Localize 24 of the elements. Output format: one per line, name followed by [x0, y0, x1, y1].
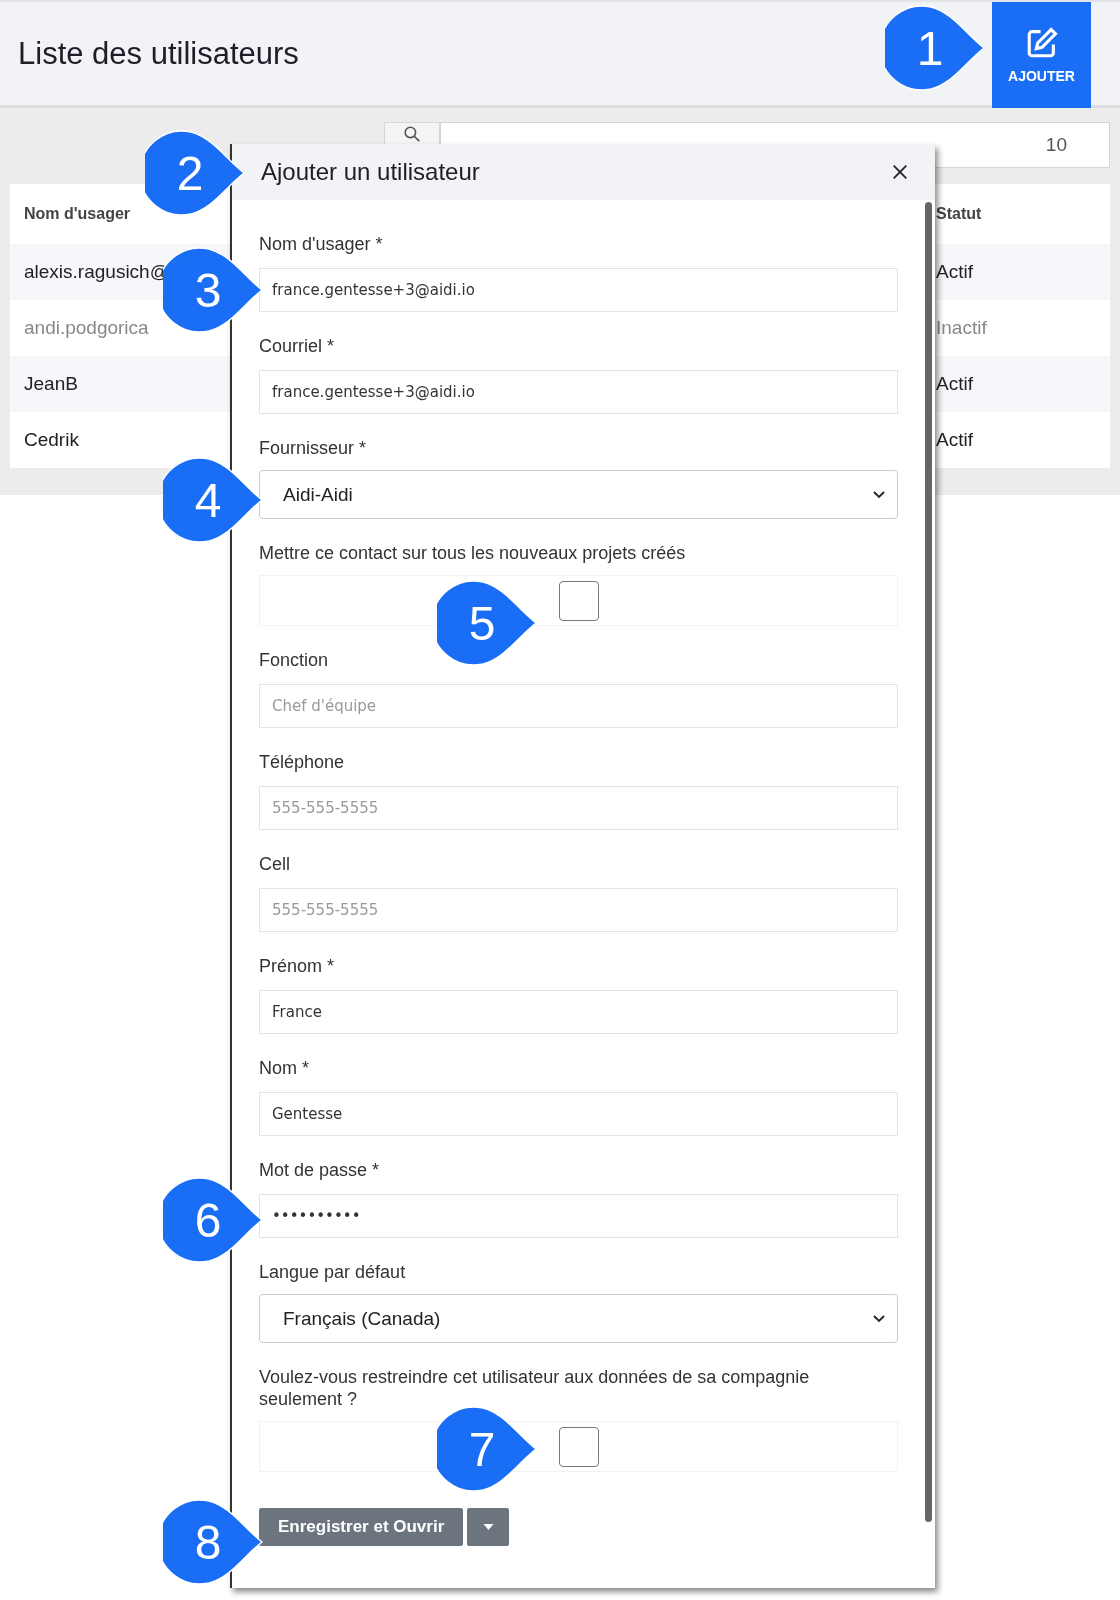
page-title: Liste des utilisateurs: [18, 35, 299, 72]
step-marker: 2: [145, 128, 245, 218]
table-cell: andi.podgorica: [24, 317, 149, 338]
field-label: Prénom *: [259, 955, 336, 977]
dialog-title: Ajouter un utilisateur: [261, 158, 480, 186]
step-marker: 5: [437, 578, 537, 668]
step-marker: 7: [437, 1404, 537, 1494]
column-header: Nom d'usager: [24, 205, 131, 222]
step-marker: 8: [163, 1497, 263, 1587]
field-label: Fonction: [259, 649, 330, 671]
step-marker: 4: [163, 455, 263, 545]
table-cell: Actif: [936, 373, 973, 394]
field-label: Nom *: [259, 1057, 310, 1079]
table-cell: Inactif: [936, 317, 987, 338]
step-marker: 1: [885, 3, 985, 93]
step-marker: 6: [163, 1175, 263, 1265]
field-label: Courriel *: [259, 335, 336, 357]
table-cell: JeanB: [24, 373, 78, 394]
field-label: Téléphone: [259, 751, 346, 773]
page-size: 10: [1045, 134, 1067, 156]
field-label: Cell: [259, 853, 291, 875]
field-label: Mettre ce contact sur tous les nouveaux projets créés: [259, 542, 687, 564]
column-header: Statut: [936, 205, 982, 222]
table-cell: Actif: [936, 261, 973, 282]
